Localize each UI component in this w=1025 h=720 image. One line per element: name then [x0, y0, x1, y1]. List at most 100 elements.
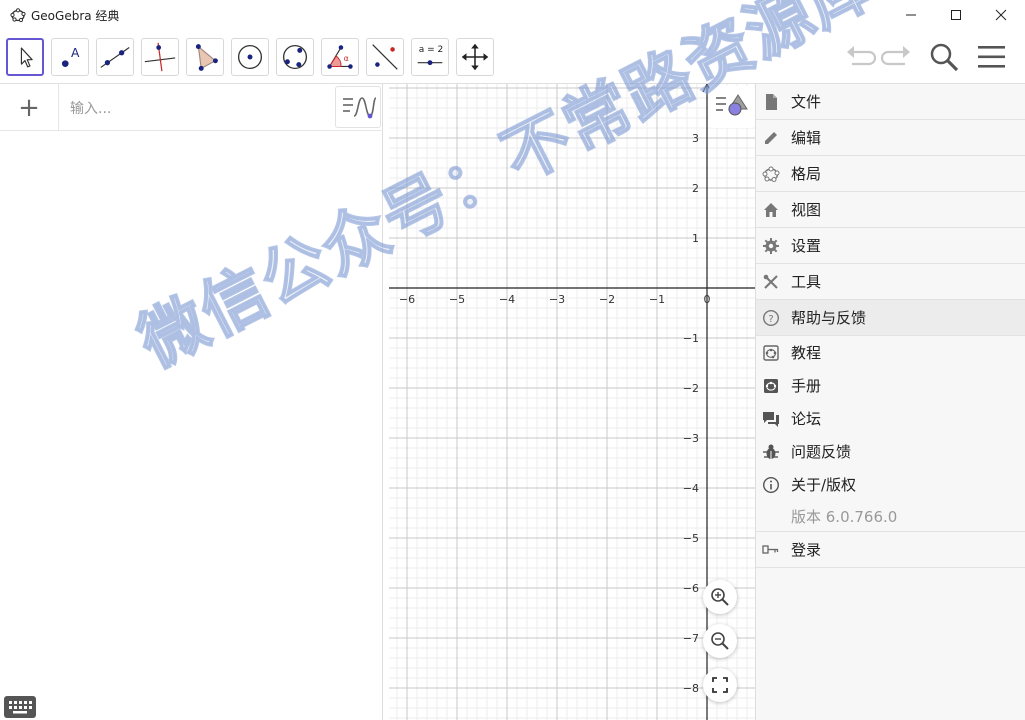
menu-item-sign-in[interactable]: 登录 [756, 532, 1025, 568]
menu-item-tools[interactable]: 工具 [756, 264, 1025, 300]
move-tool-icon [20, 47, 33, 68]
menu-item-view[interactable]: 视图 [756, 192, 1025, 228]
menu-item-about[interactable]: 关于/版权 [756, 468, 1025, 501]
move-graphics-view-tool-icon [461, 43, 489, 71]
x-tick-label: −1 [649, 293, 665, 306]
keyboard-icon [9, 701, 32, 714]
circle-center-point-tool-icon [237, 44, 263, 70]
help-icon: ? [762, 309, 780, 327]
maximize-button[interactable] [933, 0, 979, 30]
y-tick-label: −3 [683, 432, 699, 445]
circle-center-tool-button[interactable] [231, 38, 269, 76]
x-tick-label: −6 [399, 293, 415, 306]
menu-item-file[interactable]: 文件 [756, 84, 1025, 120]
tutorial-icon [762, 344, 780, 362]
point-tool-button[interactable]: A [51, 38, 89, 76]
main-menu-button[interactable] [975, 40, 1009, 74]
perpendicular-tool-button[interactable] [141, 38, 179, 76]
x-tick-label: 0 [704, 293, 711, 306]
angle-tool-icon: α [327, 45, 353, 69]
x-tick-label: −3 [549, 293, 565, 306]
zoom-out-icon [711, 632, 729, 650]
line-tool-icon [100, 47, 130, 68]
slider-tool-label: a = 2 [418, 45, 444, 55]
reflect-tool-icon [372, 44, 398, 70]
coordinate-grid: −6 −5 −4 −3 −2 −1 0 3 2 1 −1 −2 −3 −4 −5 −6 −7 −8 [389, 84, 755, 720]
toolbar: A α a = 2 [0, 30, 1025, 84]
line-tool-button[interactable] [96, 38, 134, 76]
close-button[interactable] [978, 0, 1024, 30]
virtual-keyboard-button[interactable] [4, 696, 36, 718]
y-tick-label: −7 [683, 632, 699, 645]
home-icon [762, 201, 780, 219]
window-title: GeoGebra 经典 [31, 9, 120, 23]
point-tool-icon: A [61, 46, 80, 67]
undo-icon [847, 46, 877, 66]
y-tick-label: 1 [692, 232, 699, 245]
svg-text:?: ? [768, 314, 773, 325]
y-tick-label: −1 [683, 332, 699, 345]
y-tick-label: −6 [683, 582, 699, 595]
y-tick-label: 2 [692, 182, 699, 195]
zoom-in-icon [711, 588, 729, 606]
search-button[interactable] [927, 40, 961, 74]
x-tick-label: −2 [599, 293, 615, 306]
menu-item-report-problem[interactable]: 问题反馈 [756, 435, 1025, 468]
bug-icon [762, 443, 780, 461]
graphics-style-icon [716, 94, 748, 116]
y-tick-label: −2 [683, 382, 699, 395]
redo-icon [880, 46, 910, 66]
zoom-in-button[interactable] [703, 580, 737, 614]
menu-item-manual[interactable]: 手册 [756, 369, 1025, 402]
minimize-button[interactable] [888, 0, 934, 30]
undo-button[interactable] [843, 40, 877, 74]
y-tick-label: −8 [683, 682, 699, 695]
menu-version-text: 版本 6.0.766.0 [756, 501, 1025, 532]
polygon-tool-button[interactable] [186, 38, 224, 76]
algebra-style-button[interactable] [335, 86, 381, 128]
menu-item-forum[interactable]: 论坛 [756, 402, 1025, 435]
slider-tool-button[interactable]: a = 2 [411, 38, 449, 76]
polygon-tool-icon [195, 44, 218, 71]
tools-icon [762, 273, 780, 291]
menu-icon [978, 46, 1005, 68]
fullscreen-icon [712, 677, 728, 693]
algebra-style-icon [343, 97, 377, 119]
svg-text:A: A [71, 46, 80, 60]
algebra-input-field[interactable]: 输入... [70, 98, 111, 118]
x-tick-label: −5 [449, 293, 465, 306]
geogebra-logo-icon [10, 7, 26, 23]
algebra-input-row: + 输入... [0, 84, 383, 131]
menu-item-edit[interactable]: 编辑 [756, 120, 1025, 156]
y-tick-label: −5 [683, 532, 699, 545]
move-graphics-tool-button[interactable] [456, 38, 494, 76]
x-tick-label: −4 [499, 293, 515, 306]
menu-item-tutorials[interactable]: 教程 [756, 336, 1025, 369]
login-icon [762, 541, 780, 559]
reflect-tool-button[interactable] [366, 38, 404, 76]
menu-item-help[interactable]: ? 帮助与反馈 [756, 300, 1025, 336]
main-menu-panel: 文件 编辑 格局 视图 设置 工具 ? 帮助与反馈 教程 手册 论坛 问题反馈 [755, 84, 1025, 720]
redo-button[interactable] [880, 40, 914, 74]
info-icon [762, 476, 780, 494]
manual-icon [762, 377, 780, 395]
layout-icon [762, 165, 780, 183]
circle-three-points-tool-button[interactable] [276, 38, 314, 76]
angle-tool-button[interactable]: α [321, 38, 359, 76]
menu-item-layout[interactable]: 格局 [756, 156, 1025, 192]
graphics-view[interactable]: −6 −5 −4 −3 −2 −1 0 3 2 1 −1 −2 −3 −4 −5 −6 −7 −8 [389, 84, 755, 720]
y-tick-label: −4 [683, 482, 699, 495]
fullscreen-button[interactable] [703, 668, 737, 702]
menu-item-settings[interactable]: 设置 [756, 228, 1025, 264]
circle-three-points-tool-icon [282, 44, 308, 70]
gear-icon [762, 237, 780, 255]
zoom-out-button[interactable] [703, 624, 737, 658]
algebra-view: + 输入... [0, 84, 383, 720]
search-icon [930, 43, 959, 72]
graphics-style-button[interactable] [709, 86, 755, 128]
pencil-icon [762, 129, 780, 147]
add-item-button[interactable]: + [0, 84, 59, 131]
svg-text:α: α [344, 54, 349, 63]
move-tool-button[interactable] [6, 38, 44, 76]
forum-icon [762, 410, 780, 428]
